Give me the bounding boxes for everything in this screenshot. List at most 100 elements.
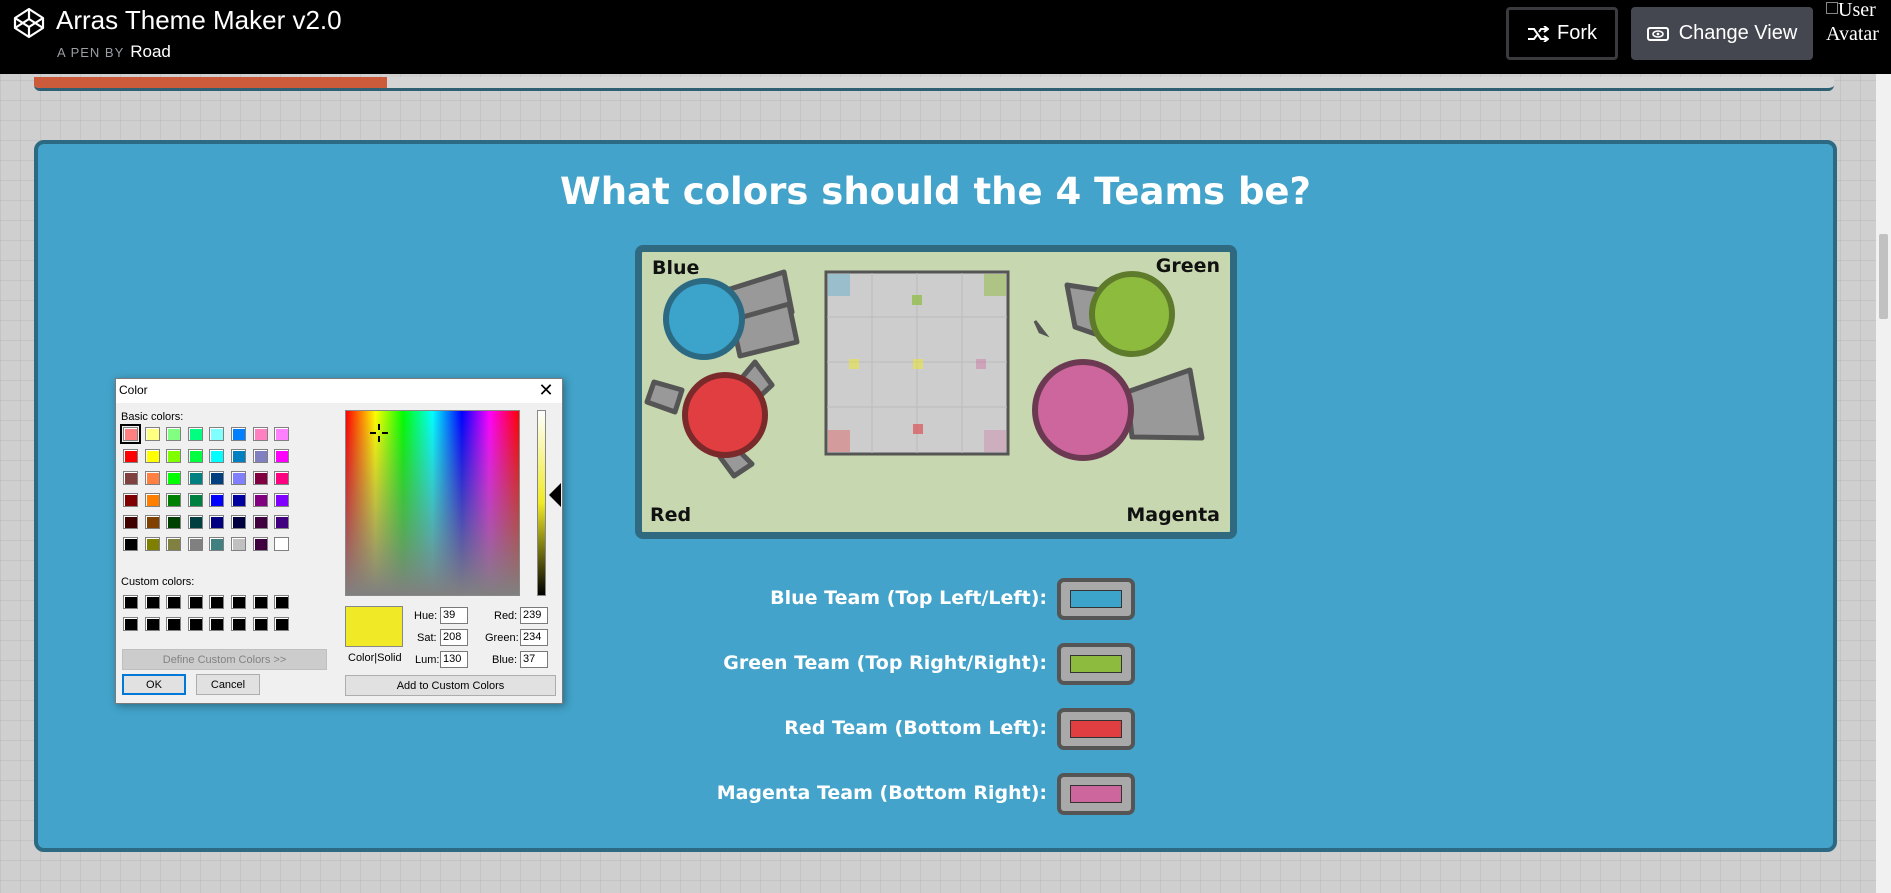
cancel-button[interactable]: Cancel: [196, 674, 260, 695]
blue-input[interactable]: 37: [520, 651, 548, 668]
page-scrollbar[interactable]: [1876, 74, 1891, 893]
basic-color-swatch[interactable]: [166, 515, 182, 529]
lum-input[interactable]: 130: [440, 651, 468, 668]
custom-color-swatch[interactable]: [252, 595, 268, 609]
basic-color-swatch[interactable]: [187, 493, 203, 507]
basic-color-swatch[interactable]: [252, 537, 268, 551]
basic-color-swatch[interactable]: [166, 449, 182, 463]
basic-color-swatch[interactable]: [209, 493, 225, 507]
basic-color-swatch[interactable]: [187, 537, 203, 551]
custom-color-swatch[interactable]: [274, 617, 290, 631]
add-to-custom-colors-button[interactable]: Add to Custom Colors: [345, 675, 556, 696]
luminosity-slider[interactable]: [537, 410, 546, 596]
basic-color-swatch[interactable]: [209, 449, 225, 463]
luminosity-arrow-icon[interactable]: [549, 483, 561, 507]
pen-title[interactable]: Arras Theme Maker v2.0: [56, 5, 342, 36]
basic-color-swatch[interactable]: [209, 427, 225, 441]
user-avatar[interactable]: User Avatar: [1826, 0, 1888, 72]
team-color-picker-green[interactable]: [1057, 643, 1135, 685]
basic-color-swatch[interactable]: [166, 493, 182, 507]
ok-button[interactable]: OK: [122, 674, 186, 695]
color-dialog-titlebar[interactable]: Color ✕: [116, 379, 562, 403]
basic-color-swatch[interactable]: [252, 493, 268, 507]
basic-color-swatch[interactable]: [187, 449, 203, 463]
basic-color-swatch[interactable]: [144, 537, 160, 551]
basic-color-swatch[interactable]: [252, 471, 268, 485]
basic-color-swatch[interactable]: [187, 471, 203, 485]
pen-byline: A PEN BY Road: [57, 42, 171, 62]
basic-color-swatch[interactable]: [209, 471, 225, 485]
basic-color-swatch[interactable]: [144, 493, 160, 507]
basic-color-swatch[interactable]: [187, 515, 203, 529]
hue-input[interactable]: 39: [440, 607, 468, 624]
scrollbar-thumb[interactable]: [1879, 234, 1888, 319]
basic-color-swatch[interactable]: [252, 427, 268, 441]
basic-color-swatch[interactable]: [144, 427, 160, 441]
green-input[interactable]: 234: [520, 629, 548, 646]
basic-color-swatch[interactable]: [274, 449, 290, 463]
basic-color-swatch[interactable]: [144, 515, 160, 529]
basic-color-swatch[interactable]: [231, 427, 246, 441]
basic-color-swatch[interactable]: [231, 493, 246, 507]
preview-label-bottom-right: Magenta: [1126, 504, 1220, 526]
basic-color-swatch[interactable]: [187, 427, 203, 441]
basic-color-swatch[interactable]: [166, 537, 182, 551]
pen-author-link[interactable]: Road: [130, 42, 171, 61]
sat-input[interactable]: 208: [440, 629, 468, 646]
basic-color-swatch[interactable]: [166, 471, 182, 485]
codepen-logo-icon[interactable]: [12, 6, 46, 40]
team-color-picker-red[interactable]: [1057, 708, 1135, 750]
basic-color-swatch[interactable]: [231, 449, 246, 463]
custom-color-swatch[interactable]: [252, 617, 268, 631]
basic-color-swatch[interactable]: [209, 515, 225, 529]
basic-color-swatch[interactable]: [123, 471, 138, 485]
basic-color-swatch[interactable]: [252, 449, 268, 463]
basic-color-swatch[interactable]: [274, 493, 290, 507]
basic-color-swatch[interactable]: [274, 515, 290, 529]
basic-color-swatch[interactable]: [252, 515, 268, 529]
arena-dot-yellow-1: [849, 359, 859, 369]
basic-color-swatch[interactable]: [144, 449, 160, 463]
custom-color-swatch[interactable]: [166, 595, 182, 609]
custom-color-swatch[interactable]: [123, 617, 138, 631]
red-input[interactable]: 239: [520, 607, 548, 624]
basic-color-swatch[interactable]: [123, 493, 138, 507]
basic-color-swatch[interactable]: [231, 471, 246, 485]
basic-color-swatch[interactable]: [123, 515, 138, 529]
custom-color-swatch[interactable]: [123, 595, 138, 609]
custom-color-swatch[interactable]: [231, 595, 246, 609]
basic-color-swatch[interactable]: [123, 537, 138, 551]
basic-color-swatch[interactable]: [231, 515, 246, 529]
custom-color-swatch[interactable]: [231, 617, 246, 631]
team-color-picker-magenta[interactable]: [1057, 773, 1135, 815]
custom-color-swatch[interactable]: [187, 595, 203, 609]
basic-color-swatch[interactable]: [274, 537, 290, 551]
custom-color-swatch[interactable]: [209, 595, 225, 609]
blue-tank: [663, 269, 800, 360]
basic-color-swatch[interactable]: [144, 471, 160, 485]
basic-color-swatch[interactable]: [166, 427, 182, 441]
fork-label: Fork: [1557, 22, 1597, 44]
color-spectrum[interactable]: [345, 410, 520, 596]
define-custom-colors-button[interactable]: Define Custom Colors >>: [122, 649, 327, 670]
preview-label-bottom-left: Red: [650, 504, 692, 526]
basic-color-swatch[interactable]: [231, 537, 246, 551]
close-icon[interactable]: ✕: [536, 380, 556, 400]
basic-color-swatch[interactable]: [209, 537, 225, 551]
custom-color-swatch[interactable]: [144, 595, 160, 609]
custom-color-swatch[interactable]: [274, 595, 290, 609]
basic-color-swatch[interactable]: [274, 471, 290, 485]
custom-color-swatch[interactable]: [166, 617, 182, 631]
change-view-button[interactable]: Change View: [1631, 7, 1813, 60]
custom-color-swatch[interactable]: [144, 617, 160, 631]
arena-base-blue: [828, 274, 850, 296]
basic-color-swatch[interactable]: [120, 424, 141, 444]
basic-color-swatch[interactable]: [274, 427, 290, 441]
pen-by-prefix: A PEN BY: [57, 45, 125, 60]
team-label-red: Red Team (Bottom Left):: [784, 717, 1047, 739]
custom-color-swatch[interactable]: [209, 617, 225, 631]
team-color-picker-blue[interactable]: [1057, 578, 1135, 620]
basic-color-swatch[interactable]: [123, 449, 138, 463]
fork-button[interactable]: Fork: [1506, 7, 1618, 60]
custom-color-swatch[interactable]: [187, 617, 203, 631]
